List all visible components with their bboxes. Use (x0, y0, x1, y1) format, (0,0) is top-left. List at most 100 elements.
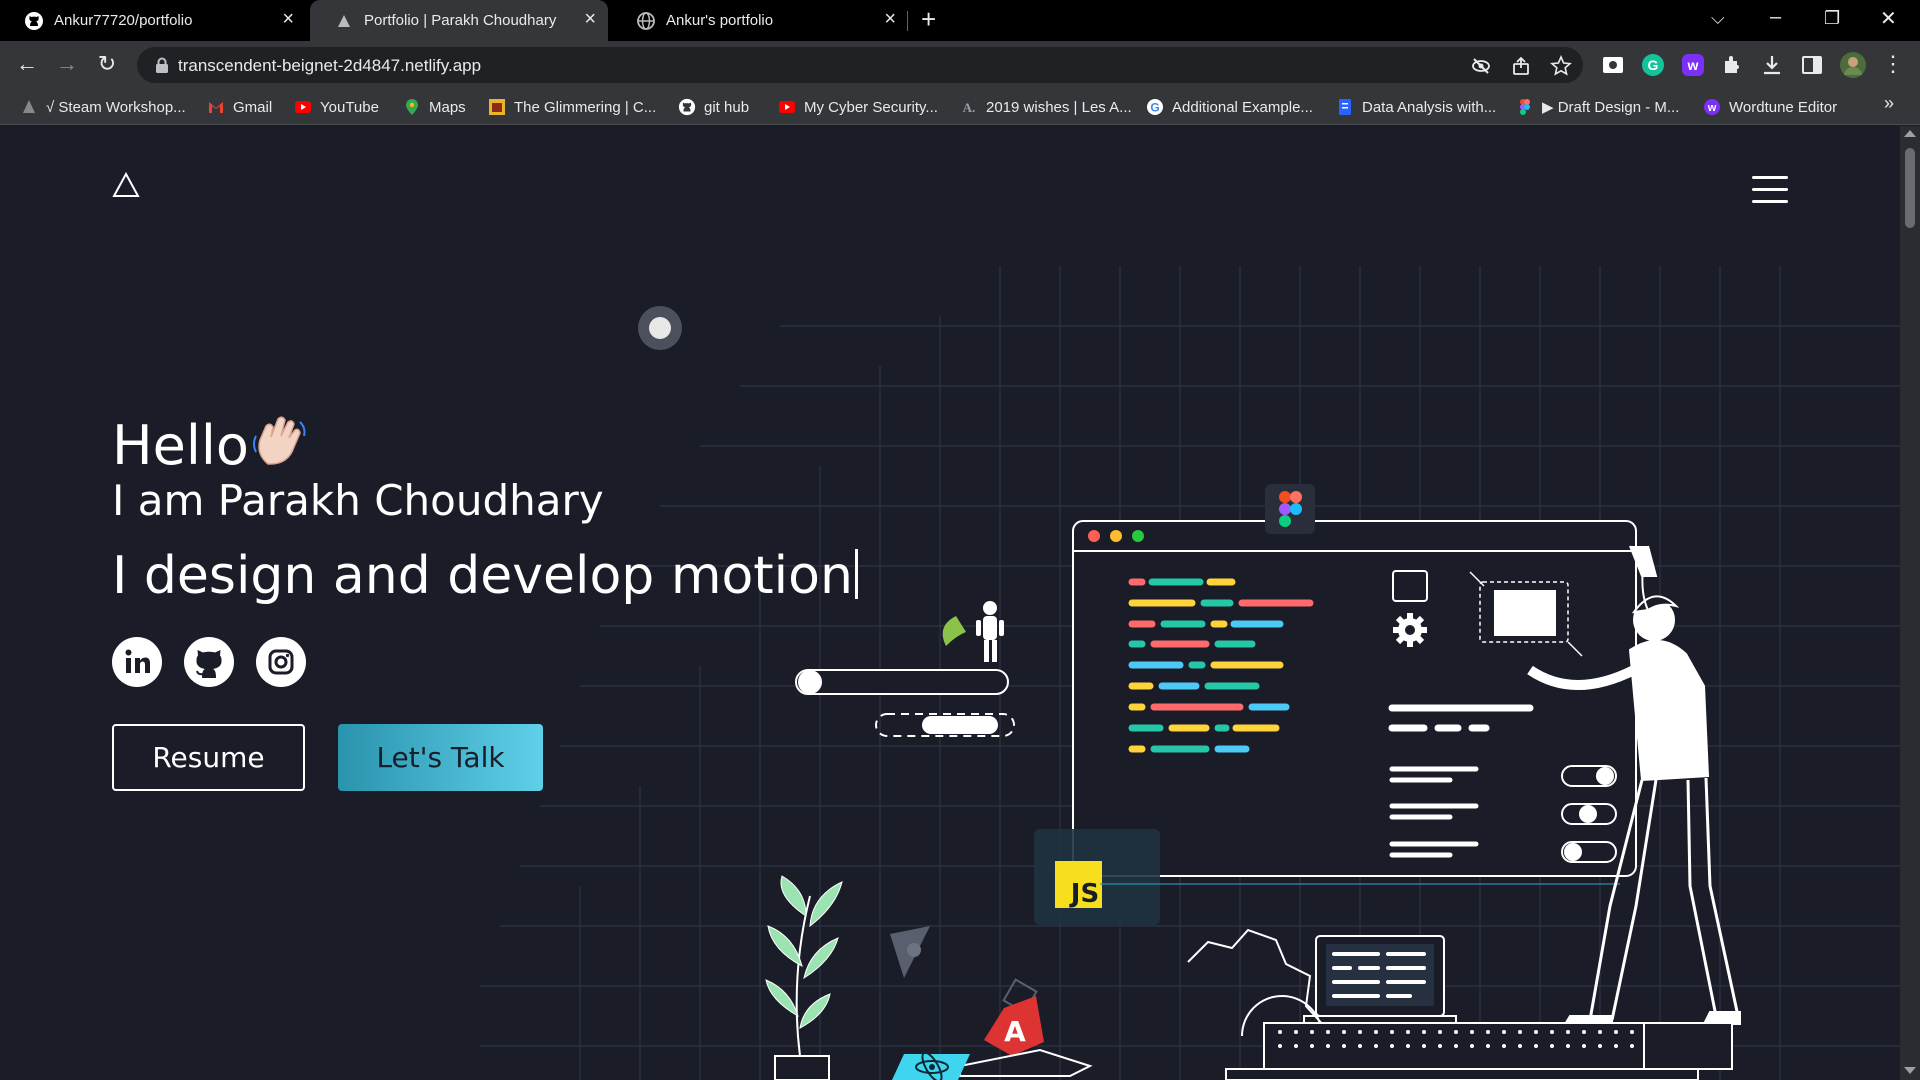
instagram-link[interactable] (256, 637, 306, 687)
bookmark-label: git hub (704, 98, 750, 116)
bookmark-label: Wordtune Editor (1729, 98, 1838, 116)
close-tab-icon[interactable]: × (884, 8, 896, 31)
figma-icon (1265, 484, 1315, 534)
star-icon[interactable] (1550, 55, 1572, 77)
open-box (959, 1048, 1093, 1077)
code-window (1072, 520, 1637, 877)
browser-toolbar: ← → ↻ transcendent-beignet-2d4847.netlif… (0, 41, 1920, 88)
youtube-icon (778, 98, 796, 116)
bookmark-gmail[interactable]: Gmail (207, 96, 272, 118)
close-tab-icon[interactable]: × (584, 8, 596, 31)
wordtune-icon: w (1703, 98, 1721, 116)
bookmark-2019-wishes[interactable]: A. 2019 wishes | Les A... (960, 96, 1132, 118)
globe-icon (637, 12, 655, 30)
kebab-menu-icon[interactable]: ⋮ (1880, 51, 1906, 77)
figma-icon (1516, 98, 1534, 116)
hero-name-line: I am Parakh Choudhary (112, 476, 604, 525)
bookmark-cyber-security[interactable]: My Cyber Security... (778, 96, 938, 118)
react-logo (892, 1051, 970, 1080)
portfolio-page: JS A Hello I am Parakh Choudhary I desig… (0, 126, 1900, 1080)
grammarly-icon[interactable]: G (1641, 53, 1665, 77)
back-icon[interactable]: ← (14, 51, 40, 77)
tab-search-icon[interactable]: ⌵ (1711, 8, 1725, 29)
bookmark-git-hub[interactable]: git hub (678, 96, 749, 118)
google-icon: G (1146, 98, 1164, 116)
screen-capture-extension-icon[interactable] (1601, 53, 1625, 77)
extensions-puzzle-icon[interactable] (1720, 53, 1744, 77)
tab-ankurs-portfolio[interactable]: Ankur's portfolio × (612, 0, 908, 41)
bookmark-wordtune[interactable]: w Wordtune Editor (1703, 96, 1837, 118)
linkedin-link[interactable] (112, 637, 162, 687)
page-scrollbar[interactable] (1900, 126, 1920, 1080)
hamburger-menu-button[interactable] (1752, 176, 1788, 204)
tab-title: Ankur's portfolio (666, 12, 774, 29)
tab-divider (907, 11, 908, 31)
bookmark-youtube[interactable]: YouTube (294, 96, 379, 118)
scroll-up-arrow-icon[interactable] (1904, 130, 1916, 137)
wordtune-extension-icon[interactable]: w (1681, 53, 1705, 77)
gear-icon (1393, 613, 1427, 647)
bookmark-label: ▶ Draft Design - M... (1542, 99, 1680, 116)
forward-icon[interactable]: → (54, 51, 80, 77)
tab-portfolio-parakh[interactable]: Portfolio | Parakh Choudhary × (310, 0, 608, 41)
tab-title: Portfolio | Parakh Choudhary (364, 12, 557, 29)
tab-ankur-portfolio-repo[interactable]: Ankur77720/portfolio × (0, 0, 306, 41)
linkedin-icon (125, 649, 150, 673)
laptop-illustration (1303, 935, 1457, 1025)
bookmark-maps[interactable]: Maps (403, 96, 466, 118)
plant-illustration (765, 875, 843, 1080)
close-tab-icon[interactable]: × (282, 8, 294, 31)
letter-a-icon: A. (960, 98, 978, 116)
side-panel-icon[interactable] (1800, 53, 1824, 77)
doc-icon (1336, 98, 1354, 116)
hero-illustration: JS A (480, 266, 1900, 1080)
typed-text-value: I design and develop motion (112, 546, 853, 606)
bookmark-data-analysis[interactable]: Data Analysis with... (1336, 96, 1496, 118)
site-triangle-icon (338, 15, 350, 27)
scroll-down-arrow-icon[interactable] (1904, 1067, 1916, 1074)
waving-hand-icon (253, 416, 306, 465)
instagram-icon (268, 649, 294, 675)
github-icon (196, 650, 222, 678)
bookmarks-overflow-icon[interactable]: » (1884, 93, 1894, 114)
bookmark-draft-design[interactable]: ▶ Draft Design - M... (1516, 96, 1679, 118)
hero-greeting: Hello (112, 414, 249, 477)
steam-icon (20, 98, 38, 116)
bookmark-steam-workshop[interactable]: √ Steam Workshop... (20, 96, 186, 118)
bookmark-label: YouTube (320, 98, 379, 116)
profile-avatar[interactable] (1839, 51, 1867, 79)
new-tab-button[interactable]: + (921, 4, 936, 35)
lets-talk-button[interactable]: Let's Talk (338, 724, 543, 791)
js-badge-label: JS (1069, 879, 1099, 909)
site-logo-triangle-icon[interactable] (112, 172, 140, 198)
bookmark-glimmering[interactable]: The Glimmering | C... (488, 96, 656, 118)
download-icon[interactable] (1760, 53, 1784, 77)
reload-icon[interactable]: ↻ (94, 51, 120, 77)
close-window-icon[interactable]: ✕ (1880, 6, 1897, 31)
bookmark-label: Maps (429, 98, 466, 116)
bookmark-additional-example[interactable]: G Additional Example... (1146, 96, 1313, 118)
github-link[interactable] (184, 637, 234, 687)
url-text: transcendent-beignet-2d4847.netlify.app (178, 56, 482, 75)
restore-icon[interactable]: ❐ (1824, 8, 1840, 29)
superhero-figure (942, 601, 1004, 662)
javascript-badge: JS (1034, 829, 1160, 925)
share-icon[interactable] (1510, 55, 1532, 77)
lock-icon (156, 57, 168, 73)
scrollbar-thumb[interactable] (1905, 148, 1915, 228)
youtube-icon (294, 98, 312, 116)
typing-caret (854, 549, 858, 599)
address-bar[interactable]: transcendent-beignet-2d4847.netlify.app (137, 47, 1583, 83)
svg-text:G: G (1648, 57, 1659, 73)
browser-tab-bar: Ankur77720/portfolio × Portfolio | Parak… (0, 0, 1920, 41)
svg-text:A.: A. (963, 100, 976, 115)
gmail-icon (207, 98, 225, 116)
minimize-icon[interactable]: – (1770, 6, 1781, 29)
bookmark-app-icon (488, 98, 506, 116)
eye-off-icon[interactable] (1470, 55, 1492, 77)
bookmark-label: √ Steam Workshop... (46, 98, 186, 116)
bookmark-label: Additional Example... (1172, 98, 1313, 116)
svg-text:G: G (1150, 101, 1159, 115)
resume-button[interactable]: Resume (112, 724, 305, 791)
svg-text:A: A (1004, 1015, 1026, 1048)
